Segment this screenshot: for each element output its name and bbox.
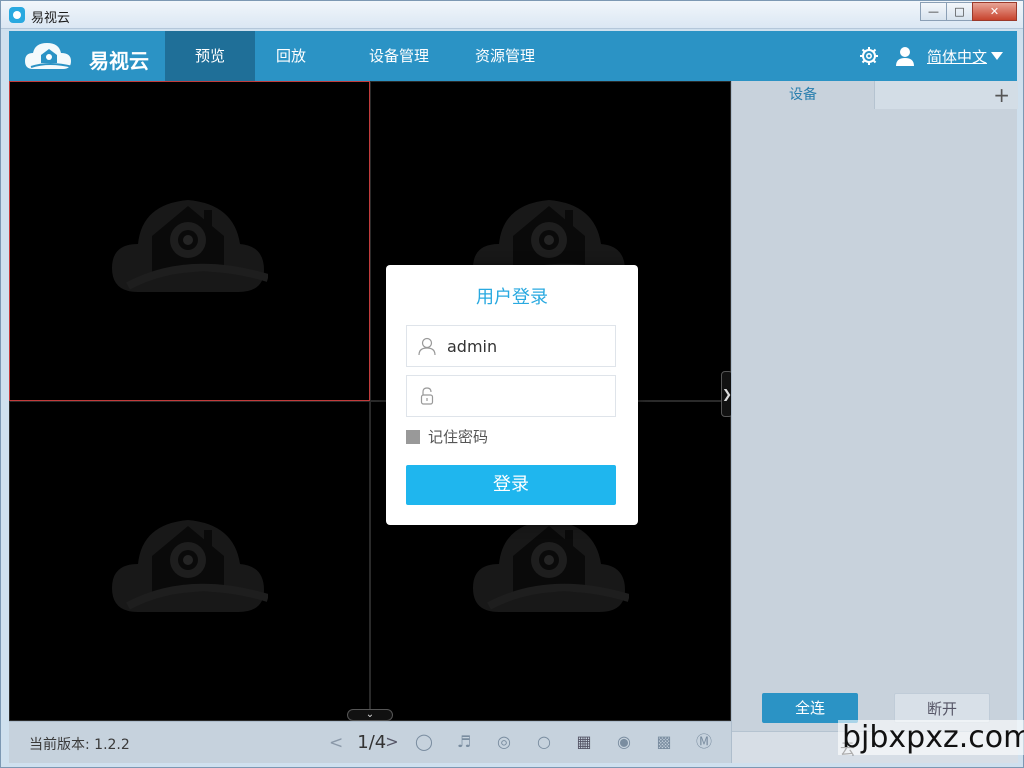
user-outline-icon (418, 337, 436, 356)
nav-right-tools: 简体中文 (859, 31, 1003, 81)
toolbar-collapse-toggle[interactable]: ⌄ (347, 709, 393, 721)
username-input[interactable] (447, 334, 607, 358)
chevron-down-icon[interactable] (991, 52, 1003, 60)
login-dialog: 用户登录 记住密码 登录 (386, 265, 638, 525)
bottom-toolbar: 当前版本: 1.2.2 < 1/4 > ◯ ♬ ◎ ○ ▦ ◉ ▩ Ⓜ ⤢ (9, 721, 750, 763)
video-cell-3[interactable] (9, 401, 370, 721)
password-field[interactable] (406, 375, 616, 417)
plus-icon[interactable]: + (993, 83, 1010, 107)
next-page-button[interactable]: > (381, 731, 403, 753)
target-icon[interactable]: ◎ (493, 731, 515, 753)
sd-quality-icon[interactable]: Ⓜ (693, 731, 715, 753)
video-record-icon[interactable]: ▩ (653, 731, 675, 753)
username-field[interactable] (406, 325, 616, 367)
tab-preview[interactable]: 预览 (165, 31, 255, 81)
tab-playback[interactable]: 回放 (255, 31, 327, 81)
window-title: 易视云 (31, 11, 71, 26)
login-title: 用户登录 (476, 287, 548, 308)
playback-tools: > ◯ ♬ ◎ ○ ▦ ◉ ▩ Ⓜ ⤢ (381, 731, 773, 753)
circle-icon[interactable]: ○ (533, 731, 555, 753)
language-selector[interactable]: 简体中文 (927, 46, 987, 67)
app-icon (9, 7, 25, 23)
connect-all-button[interactable]: 全连 (762, 693, 858, 723)
cloud-camera-watermark-icon (112, 520, 268, 612)
remember-password[interactable]: 记住密码 (406, 426, 488, 447)
top-navbar: 易视云 预览 回放 设备管理 资源管理 简体中文 (9, 31, 1017, 81)
lock-icon (420, 387, 434, 405)
page-navigator: < 1/4 (329, 732, 386, 753)
grid-layout-icon[interactable]: ▦ (573, 731, 595, 753)
prev-page-button[interactable]: < (329, 733, 343, 753)
window-controls: — □ ✕ (920, 2, 1017, 21)
speaker-icon[interactable]: ♬ (453, 731, 475, 753)
sidepanel-tabs: 设备 + (732, 81, 1018, 109)
cloud-logo-icon (25, 43, 74, 69)
version-label: 当前版本: 1.2.2 (29, 737, 130, 753)
device-sidepanel: 设备 + 全连 断开 云 (731, 81, 1018, 763)
tab-devices[interactable]: 设备 (732, 81, 875, 109)
maximize-button[interactable]: □ (946, 2, 973, 21)
login-button[interactable]: 登录 (406, 465, 616, 505)
add-device-tab[interactable]: + (875, 81, 1018, 109)
record-icon[interactable]: ◯ (413, 731, 435, 753)
remember-password-checkbox[interactable] (406, 429, 420, 444)
close-button[interactable]: ✕ (972, 2, 1017, 21)
site-watermark: bjbxpxz.com (838, 720, 1024, 755)
tab-device-management[interactable]: 设备管理 (355, 31, 443, 81)
user-icon[interactable] (895, 46, 915, 66)
tab-resource-management[interactable]: 资源管理 (461, 31, 549, 81)
cloud-camera-watermark-icon (112, 200, 268, 292)
brand-name: 易视云 (89, 49, 149, 73)
disconnect-button[interactable]: 断开 (894, 693, 990, 723)
gear-icon[interactable] (859, 46, 879, 66)
video-cell-1[interactable] (9, 81, 370, 401)
password-input[interactable] (447, 384, 607, 408)
snapshot-camera-icon[interactable]: ◉ (613, 731, 635, 753)
window-titlebar[interactable]: 易视云 — □ ✕ (1, 1, 1023, 29)
minimize-button[interactable]: — (920, 2, 947, 21)
remember-password-label: 记住密码 (428, 428, 489, 446)
